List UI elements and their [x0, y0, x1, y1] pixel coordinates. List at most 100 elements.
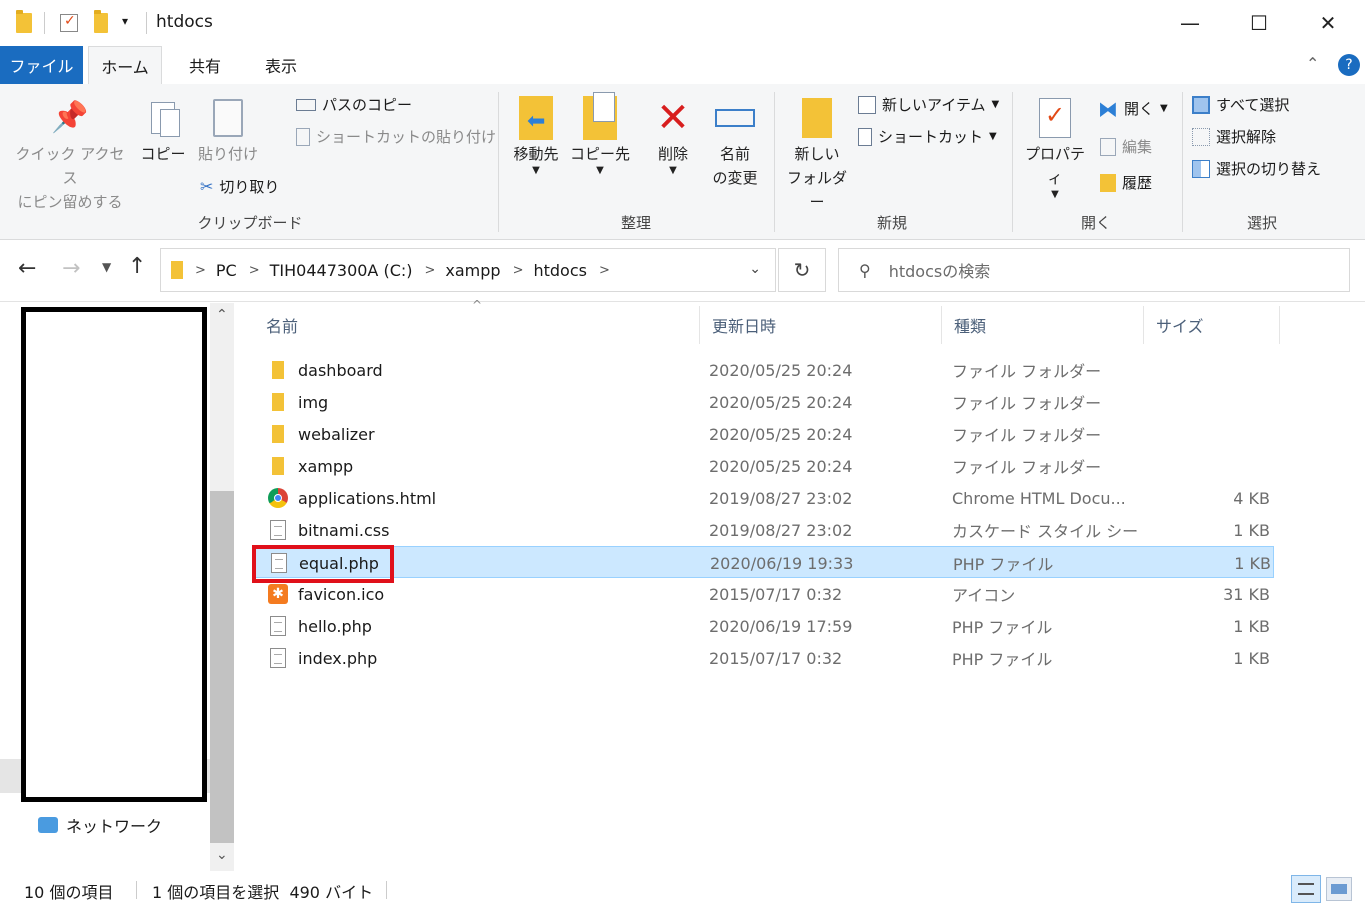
file-date: 2015/07/17 0:32: [709, 648, 843, 668]
invert-selection-button[interactable]: 選択の切り替え: [1192, 158, 1321, 180]
new-folder-label-1: 新しい: [794, 145, 840, 163]
chevron-right-icon[interactable]: >: [249, 263, 260, 278]
chevron-right-icon[interactable]: >: [425, 263, 436, 278]
address-dropdown-icon[interactable]: ⌄: [749, 261, 761, 277]
copy-path-button[interactable]: パスのコピー: [296, 94, 412, 116]
select-none-button[interactable]: 選択解除: [1192, 126, 1276, 148]
shortcut-label: ショートカット: [878, 128, 984, 146]
table-row[interactable]: bitnami.css 2019/08/27 23:02 カスケード スタイル …: [254, 514, 1274, 546]
chevron-right-icon[interactable]: >: [599, 263, 610, 278]
breadcrumb-xampp[interactable]: xampp: [445, 261, 500, 280]
divider: [44, 12, 45, 34]
table-row[interactable]: xampp 2020/05/25 20:24 ファイル フォルダー: [254, 450, 1274, 482]
paste-icon: [192, 94, 264, 142]
ribbon-collapse-icon[interactable]: ⌃: [1306, 54, 1319, 73]
history-button[interactable]: 履歴: [1100, 172, 1152, 194]
nav-item-network[interactable]: ネットワーク: [38, 813, 162, 837]
folder-icon: [272, 393, 284, 411]
paste-shortcut-button[interactable]: ショートカットの貼り付け: [296, 126, 496, 148]
folder-icon: [272, 457, 284, 475]
tab-view[interactable]: 表示: [248, 46, 314, 84]
new-folder-label-2: フォルダー: [786, 169, 847, 211]
delete-button[interactable]: ✕ 削除 ▼: [646, 94, 700, 176]
edit-button[interactable]: 編集: [1100, 136, 1152, 158]
column-date[interactable]: 更新日時: [700, 306, 942, 344]
paste-button[interactable]: 貼り付け: [192, 94, 264, 166]
pin-quick-access-button[interactable]: 📌 クイック アクセス にピン留めする: [8, 94, 132, 214]
breadcrumb-drive[interactable]: TIH0447300A (C:): [270, 261, 413, 280]
file-name: bitnami.css: [298, 520, 390, 540]
tab-file[interactable]: ファイル: [0, 46, 83, 84]
invert-selection-label: 選択の切り替え: [1216, 160, 1322, 178]
file-size: [1144, 418, 1270, 450]
scrollbar-thumb[interactable]: [210, 491, 234, 843]
cut-label: 切り取り: [219, 178, 280, 196]
close-button[interactable]: ✕: [1294, 0, 1362, 46]
shortcut-button[interactable]: ショートカット ▼: [858, 126, 997, 148]
refresh-button[interactable]: ↻: [778, 248, 826, 292]
search-input[interactable]: htdocsの検索: [889, 258, 991, 282]
copy-button[interactable]: コピー: [136, 94, 190, 166]
table-row[interactable]: ✱ favicon.ico 2015/07/17 0:32 アイコン 31 KB: [254, 578, 1274, 610]
rename-label-2: の変更: [712, 169, 758, 187]
breadcrumb-htdocs[interactable]: htdocs: [533, 261, 587, 280]
search-box[interactable]: ⚲ htdocsの検索: [838, 248, 1350, 292]
file-name: favicon.ico: [298, 584, 385, 604]
file-date: 2020/05/25 20:24: [709, 392, 853, 412]
back-arrow-icon[interactable]: ←: [18, 256, 36, 281]
select-all-icon: [1192, 96, 1210, 114]
tab-home[interactable]: ホーム: [88, 46, 162, 85]
properties-button[interactable]: ✓ プロパティ ▼: [1018, 94, 1092, 200]
select-group-label: 選択: [1246, 214, 1277, 232]
divider: [386, 881, 387, 899]
customize-qat-icon[interactable]: ▾: [122, 14, 128, 28]
table-row[interactable]: img 2020/05/25 20:24 ファイル フォルダー: [254, 386, 1274, 418]
up-arrow-icon[interactable]: ↑: [128, 254, 146, 279]
chevron-right-icon[interactable]: >: [513, 263, 524, 278]
breadcrumb-pc[interactable]: PC: [216, 261, 237, 280]
maximize-button[interactable]: ☐: [1225, 0, 1293, 46]
help-icon[interactable]: ?: [1338, 54, 1360, 76]
ribbon: 📌 クイック アクセス にピン留めする コピー 貼り付け パスのコピー ショート…: [0, 84, 1365, 240]
forward-arrow-icon[interactable]: →: [62, 256, 80, 281]
details-view-icon[interactable]: [1291, 875, 1321, 903]
column-header: ^ 名前 更新日時 種類 サイズ: [254, 298, 1284, 344]
table-row[interactable]: applications.html 2019/08/27 23:02 Chrom…: [254, 482, 1274, 514]
recent-locations-icon[interactable]: ▼: [102, 260, 111, 274]
table-row[interactable]: index.php 2015/07/17 0:32 PHP ファイル 1 KB: [254, 642, 1274, 674]
new-item-button[interactable]: 新しいアイテム ▼: [858, 94, 999, 116]
large-icons-view-icon[interactable]: [1326, 877, 1352, 901]
table-row[interactable]: dashboard 2020/05/25 20:24 ファイル フォルダー: [254, 354, 1274, 386]
move-to-button[interactable]: ⬅ 移動先 ▼: [506, 94, 566, 176]
scroll-down-icon[interactable]: ⌄: [216, 847, 228, 863]
table-row[interactable]: webalizer 2020/05/25 20:24 ファイル フォルダー: [254, 418, 1274, 450]
edit-label: 編集: [1122, 138, 1153, 156]
column-name[interactable]: 名前: [254, 306, 700, 344]
minimize-button[interactable]: —: [1156, 0, 1224, 46]
file-size: 4 KB: [1233, 488, 1270, 508]
chevron-down-icon: ▼: [532, 165, 540, 176]
column-type[interactable]: 種類: [942, 306, 1144, 344]
cut-button[interactable]: ✂ 切り取り: [200, 176, 279, 198]
copy-to-button[interactable]: コピー先 ▼: [570, 92, 630, 176]
select-all-button[interactable]: すべて選択: [1192, 94, 1289, 116]
nav-scrollbar[interactable]: ⌃ ⌄: [210, 303, 234, 871]
chevron-down-icon: ▼: [596, 165, 604, 176]
chevron-right-icon[interactable]: >: [195, 263, 206, 278]
properties-icon[interactable]: ✓: [60, 13, 78, 32]
rename-button[interactable]: 名前 の変更: [704, 94, 766, 190]
select-none-label: 選択解除: [1216, 128, 1277, 146]
open-button[interactable]: ⧓ 開く ▼: [1098, 98, 1168, 120]
new-folder-icon[interactable]: [94, 10, 108, 33]
scissors-icon: ✂: [200, 177, 214, 196]
tab-share[interactable]: 共有: [172, 46, 238, 84]
table-row[interactable]: hello.php 2020/06/19 17:59 PHP ファイル 1 KB: [254, 610, 1274, 642]
file-size: [1144, 450, 1270, 482]
file-date: 2019/08/27 23:02: [709, 520, 853, 540]
table-row-selected[interactable]: equal.php 2020/06/19 19:33 PHP ファイル 1 KB: [254, 546, 1274, 578]
file-type: PHP ファイル: [952, 650, 1053, 669]
address-bar[interactable]: > PC > TIH0447300A (C:) > xampp > htdocs…: [160, 248, 776, 292]
new-folder-button[interactable]: 新しい フォルダー: [782, 94, 852, 214]
column-size[interactable]: サイズ: [1144, 306, 1280, 344]
scroll-up-icon[interactable]: ⌃: [216, 307, 228, 323]
